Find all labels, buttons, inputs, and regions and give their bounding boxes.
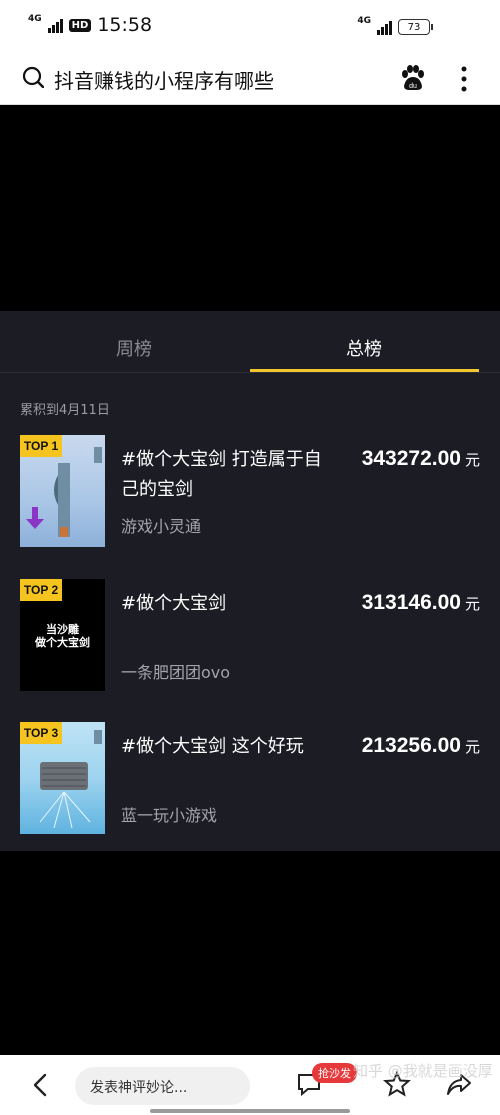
- home-indicator: [150, 1109, 350, 1113]
- item-author[interactable]: 一条肥团团ovo: [121, 659, 230, 683]
- thumbnail-caption-line1: 当沙雕: [46, 623, 79, 636]
- watermark: 知乎 @我就是画没厚: [353, 1062, 493, 1080]
- tab-total[interactable]: 总榜: [346, 335, 382, 361]
- status-left: 4G HD 15:58: [28, 14, 152, 36]
- thumbnail-caption: 当沙雕 做个大宝剑: [20, 623, 105, 649]
- thumbnail-caption-line2: 做个大宝剑: [35, 636, 90, 649]
- network-type-right: 4G: [357, 16, 371, 26]
- amount-unit: 元: [464, 739, 480, 756]
- back-arrow-icon[interactable]: [30, 1073, 50, 1097]
- battery-icon: 73: [398, 19, 433, 35]
- tab-weekly[interactable]: 周榜: [116, 335, 152, 361]
- tab-divider: [0, 372, 500, 373]
- signal-icon: [47, 17, 63, 33]
- search-query[interactable]: 抖音赚钱的小程序有哪些: [54, 65, 274, 94]
- amount-unit: 元: [464, 452, 480, 469]
- amount-unit: 元: [464, 596, 480, 613]
- video-thumbnail[interactable]: TOP 1: [20, 435, 105, 547]
- rank-badge: TOP 2: [20, 579, 62, 601]
- comment-input[interactable]: 发表神评妙论...: [75, 1067, 250, 1105]
- status-right: 4G 73: [357, 16, 433, 35]
- search-bar[interactable]: 抖音赚钱的小程序有哪些 du: [0, 56, 500, 105]
- video-thumbnail[interactable]: TOP 3: [20, 722, 105, 834]
- clock: 15:58: [97, 14, 153, 36]
- amount-value: 213256.00: [361, 734, 461, 757]
- item-title[interactable]: #做个大宝剑 打造属于自己的宝剑: [121, 445, 326, 505]
- item-author[interactable]: 蓝一玩小游戏: [121, 802, 217, 826]
- tab-active-indicator: [250, 369, 479, 372]
- list-item[interactable]: TOP 1 #做个大宝剑 打造属于自己的宝剑 游戏小灵通 343272.00 元: [0, 435, 500, 550]
- item-title[interactable]: #做个大宝剑: [121, 589, 326, 619]
- item-amount: 343272.00 元: [362, 447, 480, 471]
- status-bar: 4G HD 15:58 4G 73: [0, 0, 500, 56]
- baidu-paw-icon[interactable]: du: [398, 64, 426, 92]
- item-author[interactable]: 游戏小灵通: [121, 513, 201, 537]
- comment-placeholder[interactable]: 发表神评妙论...: [90, 1077, 187, 1097]
- list-item[interactable]: TOP 3 #做个大宝剑 这个好玩 蓝一玩小游戏 213256.00 元: [0, 722, 500, 837]
- rank-badge: TOP 3: [20, 722, 62, 744]
- cumulative-date: 累积到4月11日: [20, 403, 110, 418]
- item-title[interactable]: #做个大宝剑 这个好玩: [121, 732, 326, 762]
- video-area-top: [0, 105, 500, 310]
- sofa-badge[interactable]: 抢沙发: [312, 1063, 357, 1083]
- amount-value: 343272.00: [361, 447, 461, 470]
- ranking-panel: 周榜 总榜 累积到4月11日 TOP 1 #做个大宝剑 打造属于自己的宝剑 游戏…: [0, 311, 500, 851]
- svg-text:du: du: [409, 83, 417, 90]
- hd-icon: HD: [68, 18, 92, 32]
- more-menu-icon[interactable]: [460, 64, 468, 94]
- amount-value: 313146.00: [361, 591, 461, 614]
- item-amount: 313146.00 元: [362, 591, 480, 615]
- network-type: 4G: [28, 14, 42, 24]
- item-amount: 213256.00 元: [362, 734, 480, 758]
- list-item[interactable]: 当沙雕 做个大宝剑 TOP 2 #做个大宝剑 一条肥团团ovo 313146.00…: [0, 579, 500, 694]
- signal-icon-right: [377, 19, 392, 35]
- video-thumbnail[interactable]: 当沙雕 做个大宝剑 TOP 2: [20, 579, 105, 691]
- rank-badge: TOP 1: [20, 435, 62, 457]
- search-icon[interactable]: [22, 66, 44, 88]
